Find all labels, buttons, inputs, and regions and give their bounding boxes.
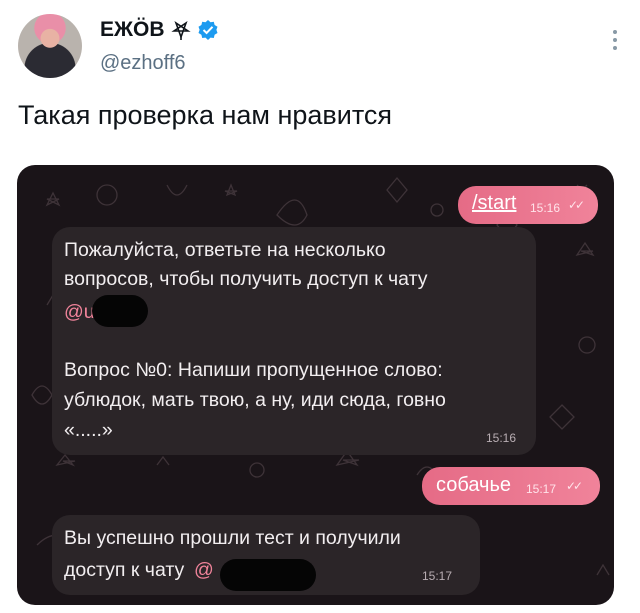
message-line: вопросов, чтобы получить доступ к чату — [64, 268, 428, 290]
question-line: ублюдок, мать твою, а ну, иди сюда, говн… — [64, 389, 446, 411]
chat-mention-link[interactable]: @u — [64, 301, 95, 324]
message-line: Пожалуйста, ответьте на несколько — [64, 239, 386, 261]
avatar[interactable] — [18, 14, 82, 78]
message-incoming[interactable]: Пожалуйста, ответьте на несколько вопрос… — [52, 227, 536, 455]
message-outgoing[interactable]: /start 15:16 ✓✓ — [458, 186, 598, 224]
message-time: 15:16 — [530, 201, 561, 215]
message-line: доступ к чату — [64, 559, 185, 581]
redaction-blot — [92, 295, 148, 327]
message-time: 15:17 — [526, 482, 557, 496]
message-text: собачье — [436, 474, 511, 496]
message-text[interactable]: /start — [472, 192, 516, 215]
display-name[interactable]: ЕЖÖВ — [100, 18, 165, 42]
message-time: 15:16 — [485, 431, 516, 445]
tweet-text: Такая проверка нам нравится — [18, 100, 393, 130]
double-check-icon: ✓✓ — [568, 198, 585, 212]
message-incoming[interactable]: Вы успешно прошли тест и получили доступ… — [52, 515, 480, 595]
message-time: 15:17 — [421, 569, 452, 583]
double-check-icon: ✓✓ — [566, 479, 583, 493]
verified-icon — [198, 20, 217, 40]
pentagram-icon — [170, 20, 191, 40]
tweet: ЕЖÖВ @ezhoff6 Такая проверка нам нравитс… — [0, 0, 640, 613]
message-line: Вы успешно прошли тест и получили — [64, 527, 401, 549]
chat-mention-link[interactable]: @ — [194, 559, 214, 582]
message-outgoing[interactable]: собачье 15:17 ✓✓ — [422, 467, 600, 505]
question-line: Вопрос №0: Напиши пропущенное слово: — [64, 359, 443, 381]
more-options-icon[interactable] — [612, 30, 618, 52]
author-name-row[interactable]: ЕЖÖВ — [100, 16, 219, 44]
redaction-blot — [220, 559, 316, 591]
handle[interactable]: @ezhoff6 — [100, 52, 186, 75]
tweet-media[interactable]: /start 15:16 ✓✓ Пожалуйста, ответьте на … — [17, 165, 614, 605]
question-line: «.....» — [64, 419, 113, 441]
